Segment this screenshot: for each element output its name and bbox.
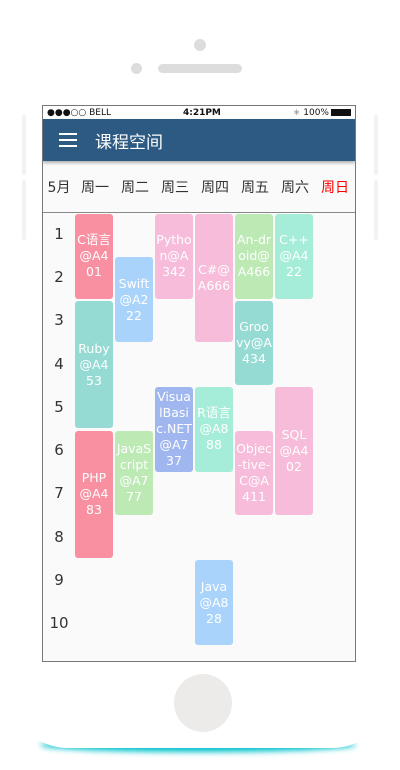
course-block[interactable]: C语言@A401 [75, 214, 113, 299]
course-block[interactable]: SQL@A402 [275, 387, 313, 516]
course-block[interactable]: An-droid@A466 [235, 214, 273, 299]
day-sun: 周日 [321, 179, 349, 196]
period-number: 8 [54, 527, 64, 546]
app-bar: 课程空间 [43, 119, 355, 161]
course-block[interactable]: JavaScript@A777 [115, 430, 153, 516]
course-block[interactable]: PHP@A483 [75, 430, 113, 559]
course-block[interactable]: Ruby@A453 [75, 300, 113, 429]
course-block[interactable]: Python@A342 [155, 214, 193, 299]
course-block[interactable]: Swift@A222 [115, 257, 153, 342]
bluetooth-icon: ∗ [292, 107, 304, 118]
period-number: 6 [54, 441, 64, 460]
course-block[interactable]: C++@A422 [275, 214, 313, 299]
period-number: 7 [54, 484, 64, 503]
period-number: 1 [54, 224, 64, 243]
home-button[interactable] [174, 674, 232, 732]
day-sat: 周六 [281, 179, 309, 196]
weekday-header: 5月 周一 周二 周三 周四 周五 周六 周日 [43, 161, 355, 213]
battery-percent: 100% [303, 107, 329, 118]
day-thu: 周四 [201, 179, 229, 196]
battery: ∗ 100% [293, 108, 351, 118]
course-block[interactable]: R语言@A888 [195, 387, 233, 472]
clock: 4:21PM [182, 107, 221, 118]
phone-side [374, 180, 378, 240]
course-block[interactable]: Groovy@A434 [235, 300, 273, 386]
period-number: 2 [54, 267, 64, 286]
period-number: 10 [49, 614, 69, 633]
screen: ●●●○○ BELL 4:21PM ∗ 100% 课程空间 5月 周一 周二 周… [42, 105, 356, 662]
page-title: 课程空间 [95, 132, 163, 153]
period-number: 3 [54, 311, 64, 330]
phone-side [374, 115, 378, 175]
period-number: 5 [54, 397, 64, 416]
status-bar: ●●●○○ BELL 4:21PM ∗ 100% [43, 106, 355, 119]
course-block[interactable]: VisualBasic.NET@A737 [155, 387, 193, 472]
period-number: 4 [54, 354, 64, 373]
course-block[interactable]: C#@A666 [195, 214, 233, 342]
day-mon: 周一 [81, 179, 109, 196]
carrier: ●●●○○ BELL [47, 107, 112, 118]
phone-sensor [194, 39, 206, 51]
phone-side [22, 115, 26, 175]
period-number: 9 [54, 571, 64, 590]
month-label: 5月 [47, 179, 71, 196]
timetable-grid: 1 2 3 4 5 6 7 8 9 10 C语言@A401 Swift@A222 Python@A342… [43, 213, 355, 661]
phone-side [22, 180, 26, 240]
day-tue: 周二 [121, 179, 149, 196]
course-block[interactable]: Java@A828 [195, 560, 233, 645]
day-fri: 周五 [241, 179, 269, 196]
phone-camera [131, 63, 142, 74]
menu-icon[interactable] [59, 133, 77, 147]
course-block[interactable]: Objec-tive-C@A411 [235, 430, 273, 516]
phone-speaker [158, 64, 242, 73]
day-wed: 周三 [161, 179, 189, 196]
battery-icon [330, 108, 351, 116]
